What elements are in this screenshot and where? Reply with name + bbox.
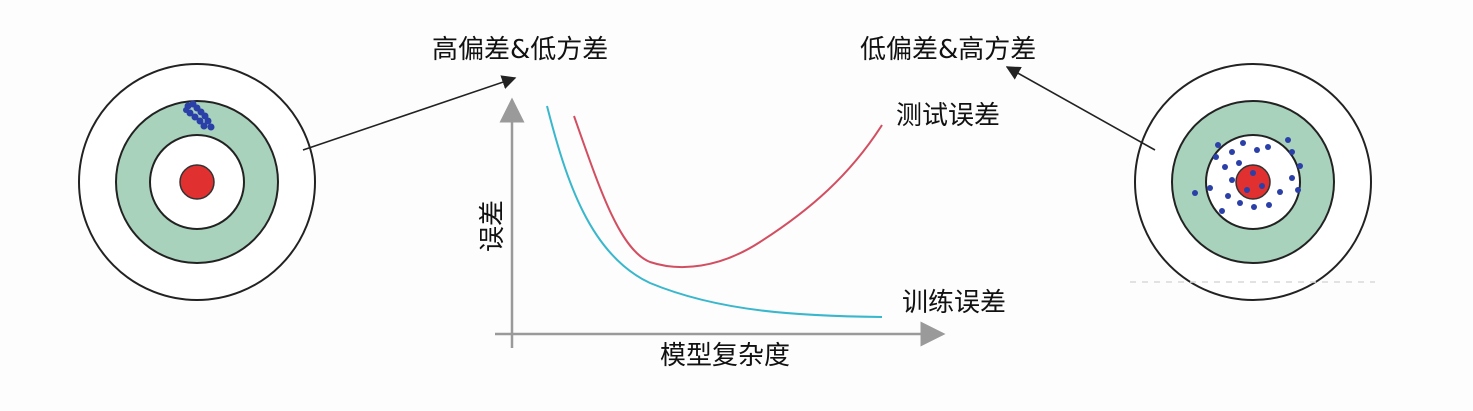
test-error-curve [573, 115, 883, 268]
axes [495, 97, 946, 348]
label-low-bias-high-variance: 低偏差&高方差 [860, 35, 1036, 65]
bias-variance-diagram: 高偏差&低方差 低偏差&高方差 测试误差 训练误差 误差 模型复杂度 [0, 0, 1473, 407]
label-high-bias-low-variance: 高偏差&低方差 [432, 35, 608, 65]
label-test-error: 测试误差 [896, 101, 1000, 131]
right-target [1134, 63, 1372, 301]
x-axis-label: 模型复杂度 [660, 341, 790, 371]
train-error-curve [546, 105, 883, 318]
diagram-canvas: 高偏差&低方差 低偏差&高方差 测试误差 训练误差 误差 模型复杂度 [78, 35, 1375, 371]
right-pointer-arrow [1005, 66, 1156, 151]
left-pointer-arrow [302, 75, 517, 151]
left-target-bullseye [179, 164, 215, 200]
y-axis-label: 误差 [478, 200, 508, 252]
left-target [78, 63, 316, 301]
label-train-error: 训练误差 [902, 288, 1006, 318]
